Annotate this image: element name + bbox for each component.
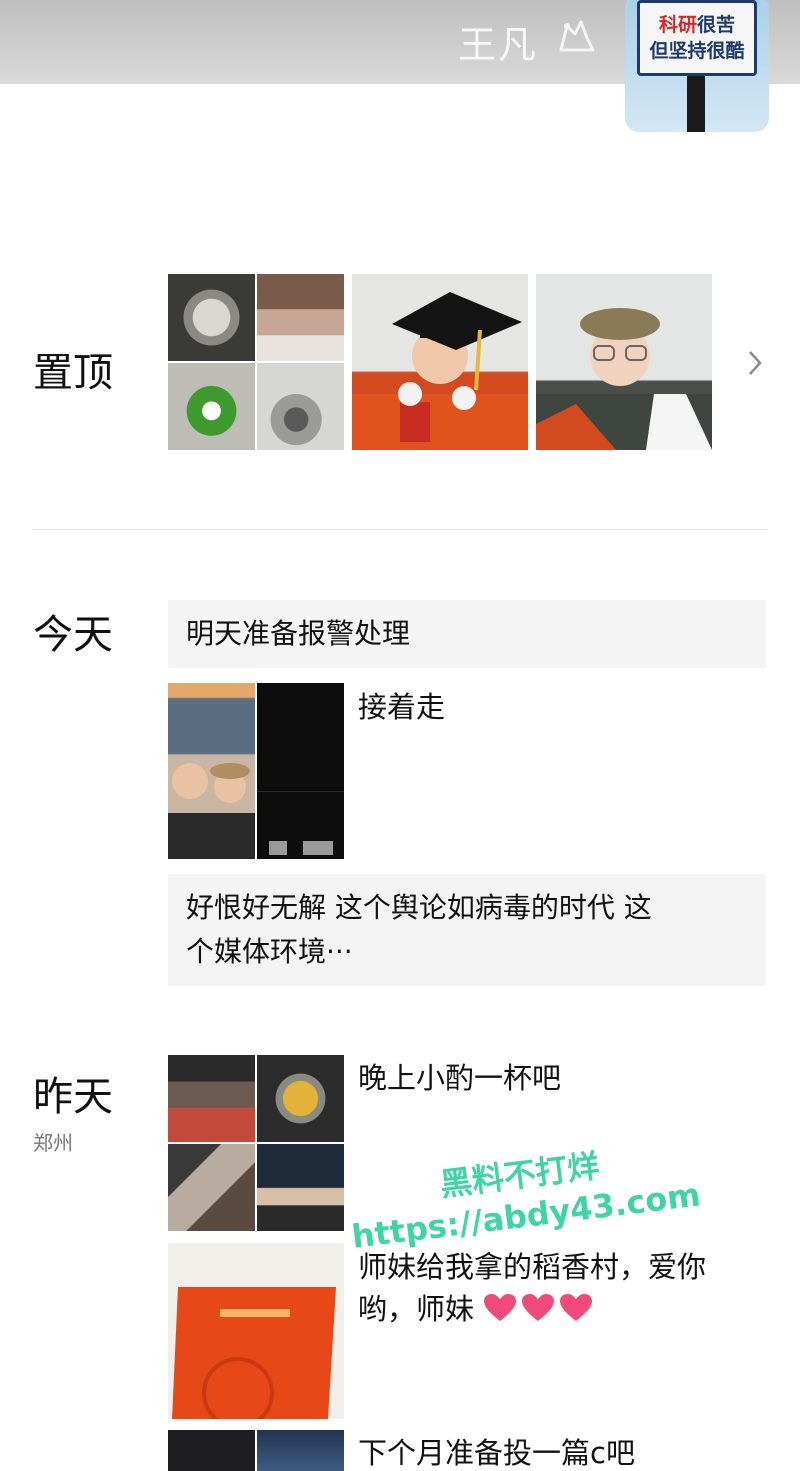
- photo-cell: [168, 1144, 255, 1231]
- photo-post-caption: 接着走: [358, 690, 446, 724]
- user-badge-icon: [559, 20, 595, 52]
- dinner-post-caption: 晚上小酌一杯吧: [358, 1061, 562, 1095]
- photo-cell: [257, 274, 344, 361]
- section-divider: [33, 529, 767, 530]
- gift-post-caption: 师妹给我拿的稻香村，爱你 哟，师妹: [358, 1250, 707, 1326]
- gift-bag-illustration: [168, 1243, 344, 1419]
- beret-portrait-illustration: [536, 308, 712, 450]
- pinned-photo-graduation-cap[interactable]: [352, 274, 528, 450]
- pinned-photo-food-grid[interactable]: [168, 274, 344, 450]
- photo-cell: [257, 363, 344, 450]
- username[interactable]: 王凡: [458, 14, 538, 69]
- photo-post-dinner-grid[interactable]: [168, 1055, 344, 1231]
- today-label: 今天: [33, 612, 113, 658]
- photo-post-screen[interactable]: [168, 1430, 344, 1471]
- photo-post-selfie-grid[interactable]: [168, 683, 344, 859]
- photo-cell-dark-screen: [257, 683, 344, 859]
- heart-emoji-icon: [484, 1294, 517, 1321]
- photo-cell: [168, 274, 255, 361]
- graduation-portrait-illustration: [352, 292, 528, 450]
- photo-cell: [257, 1144, 344, 1231]
- location-label: 郑州: [33, 1131, 73, 1155]
- photo-cell: [168, 1430, 255, 1471]
- photo-cell: [168, 1055, 255, 1142]
- avatar[interactable]: 科研很苦 但坚持很酷: [625, 0, 769, 132]
- yesterday-label: 昨天: [33, 1074, 113, 1120]
- avatar-sign-post: [687, 76, 705, 132]
- photo-cell: [257, 1430, 344, 1471]
- heart-emoji-icon: [560, 1294, 593, 1321]
- pinned-photo-beret-portrait[interactable]: [536, 274, 712, 450]
- pinned-label: 置顶: [33, 350, 113, 396]
- chevron-right-icon[interactable]: [744, 348, 766, 378]
- photo-cell: [168, 363, 255, 450]
- paper-post-caption: 下个月准备投一篇c吧: [358, 1436, 635, 1470]
- photo-post-gift-bag[interactable]: [168, 1243, 344, 1419]
- heart-emoji-icon: [522, 1294, 555, 1321]
- selfie-illustration: [168, 763, 255, 859]
- photo-cell: [257, 1055, 344, 1142]
- photo-cell-selfie: [168, 683, 255, 859]
- avatar-sign: 科研很苦 但坚持很酷: [637, 0, 757, 76]
- text-post-media-environment[interactable]: 好恨好无解 这个舆论如病毒的时代 这 个媒体环境···: [168, 874, 766, 986]
- text-post-report[interactable]: 明天准备报警处理: [168, 600, 766, 668]
